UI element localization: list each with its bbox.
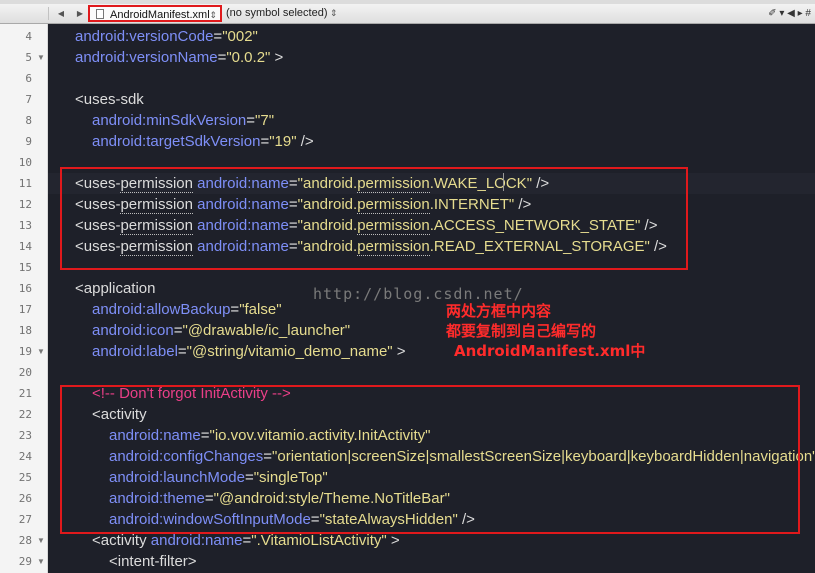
fold-triangle-icon[interactable]: ▼ bbox=[37, 551, 45, 572]
code-line-19: android:label="@string/vitamio_demo_name… bbox=[48, 341, 406, 362]
attribute-name: android:icon bbox=[92, 322, 174, 339]
code-line-4: android:versionCode="002" bbox=[48, 26, 258, 47]
tag-name: <intent-filter> bbox=[109, 553, 197, 570]
tag-name: <application bbox=[75, 280, 156, 297]
equals-sign: = bbox=[230, 301, 240, 318]
line-number: 4 bbox=[25, 30, 32, 43]
annotation-line-1: 两处方框中内容 bbox=[446, 302, 552, 320]
attribute-name: android:name bbox=[146, 532, 243, 549]
line-number: 8 bbox=[25, 114, 32, 127]
tag-close: > bbox=[270, 49, 284, 66]
line-number: 20 bbox=[18, 366, 32, 379]
equals-sign: = bbox=[213, 28, 223, 45]
line-number: 12 bbox=[18, 198, 32, 211]
annotation-line-2: 都要复制到自己编写的 bbox=[446, 322, 597, 340]
file-breadcrumb[interactable]: AndroidManifest.xml ⇕ bbox=[88, 5, 222, 22]
line-number: 5 bbox=[25, 51, 32, 64]
equals-sign: = bbox=[260, 133, 270, 150]
symbol-selector[interactable]: (no symbol selected) bbox=[226, 4, 346, 23]
code-line-7: <uses-sdk bbox=[48, 89, 144, 110]
line-number: 15 bbox=[18, 261, 32, 274]
line-number: 9 bbox=[25, 135, 32, 148]
attribute-value: "0.0.2" bbox=[226, 49, 271, 66]
jump-bar-divider bbox=[48, 7, 49, 20]
attribute-value: "002" bbox=[222, 28, 258, 45]
line-number: 24 bbox=[18, 450, 32, 463]
line-number: 14 bbox=[18, 240, 32, 253]
line-number: 23 bbox=[18, 429, 32, 442]
line-number: 10 bbox=[18, 156, 32, 169]
fold-triangle-icon[interactable]: ▼ bbox=[37, 47, 45, 68]
line-number: 21 bbox=[18, 387, 32, 400]
tag-close: > bbox=[392, 343, 406, 360]
line-number: 29 bbox=[18, 555, 32, 568]
line-number: 16 bbox=[18, 282, 32, 295]
code-line-17: android:allowBackup="false" bbox=[48, 299, 282, 320]
code-line-9: android:targetSdkVersion="19" /> bbox=[48, 131, 314, 152]
attribute-value: ".VitamioListActivity" bbox=[251, 532, 387, 549]
attribute-name: android:targetSdkVersion bbox=[92, 133, 261, 150]
file-name-label: AndroidManifest.xml bbox=[110, 9, 210, 21]
attribute-value: "7" bbox=[255, 112, 275, 129]
line-number: 27 bbox=[18, 513, 32, 526]
updown-chevron-icon[interactable]: ⇕ bbox=[330, 4, 338, 23]
equals-sign: = bbox=[177, 343, 187, 360]
attribute-value: "19" bbox=[269, 133, 297, 150]
highlight-box-init-activity bbox=[60, 385, 800, 534]
line-number: 26 bbox=[18, 492, 32, 505]
equals-sign: = bbox=[242, 532, 252, 549]
attribute-value: "@string/vitamio_demo_name" bbox=[186, 343, 393, 360]
annotation-line-3: AndroidManifest.xml中 bbox=[454, 342, 646, 360]
annotation-note: 两处方框中内容 都要复制到自己编写的 AndroidManifest.xml中 bbox=[446, 301, 645, 361]
attribute-name: android:minSdkVersion bbox=[92, 112, 247, 129]
tag-name: <activity bbox=[92, 532, 147, 549]
tag-close: /> bbox=[296, 133, 314, 150]
fold-triangle-icon[interactable]: ▼ bbox=[37, 341, 45, 362]
code-line-5: android:versionName="0.0.2" > bbox=[48, 47, 283, 68]
code-line-8: android:minSdkVersion="7" bbox=[48, 110, 274, 131]
line-number: 17 bbox=[18, 303, 32, 316]
tag-close: > bbox=[386, 532, 400, 549]
attribute-name: android:label bbox=[92, 343, 178, 360]
equals-sign: = bbox=[173, 322, 183, 339]
code-line-29: <intent-filter> bbox=[48, 551, 197, 572]
line-number: 22 bbox=[18, 408, 32, 421]
line-number: 25 bbox=[18, 471, 32, 484]
tag-name: <uses-sdk bbox=[75, 91, 144, 108]
code-line-16: <application bbox=[48, 278, 155, 299]
line-number: 13 bbox=[18, 219, 32, 232]
attribute-value: "@drawable/ic_launcher" bbox=[182, 322, 351, 339]
related-items-tools[interactable]: ✐ ▾ ◀ ▸ # bbox=[739, 4, 811, 23]
line-number: 6 bbox=[25, 72, 32, 85]
attribute-name: android:allowBackup bbox=[92, 301, 231, 318]
document-icon bbox=[96, 9, 104, 19]
line-number: 11 bbox=[18, 177, 32, 190]
line-number: 18 bbox=[18, 324, 32, 337]
line-number: 7 bbox=[25, 93, 32, 106]
jump-bar: ◀ ▶ AndroidManifest.xml ⇕ (no symbol sel… bbox=[0, 4, 815, 24]
updown-chevron-icon: ⇕ bbox=[209, 10, 217, 20]
fold-triangle-icon[interactable]: ▼ bbox=[37, 530, 45, 551]
equals-sign: = bbox=[246, 112, 256, 129]
attribute-value: "false" bbox=[239, 301, 282, 318]
line-number: 19 bbox=[18, 345, 32, 358]
back-arrow-icon[interactable]: ◀ bbox=[54, 4, 68, 23]
highlight-box-permissions bbox=[60, 167, 688, 270]
code-line-18: android:icon="@drawable/ic_launcher" bbox=[48, 320, 350, 341]
forward-arrow-icon[interactable]: ▶ bbox=[73, 4, 87, 23]
line-number: 28 bbox=[18, 534, 32, 547]
attribute-name: android:versionName bbox=[75, 49, 218, 66]
attribute-name: android:versionCode bbox=[75, 28, 214, 45]
